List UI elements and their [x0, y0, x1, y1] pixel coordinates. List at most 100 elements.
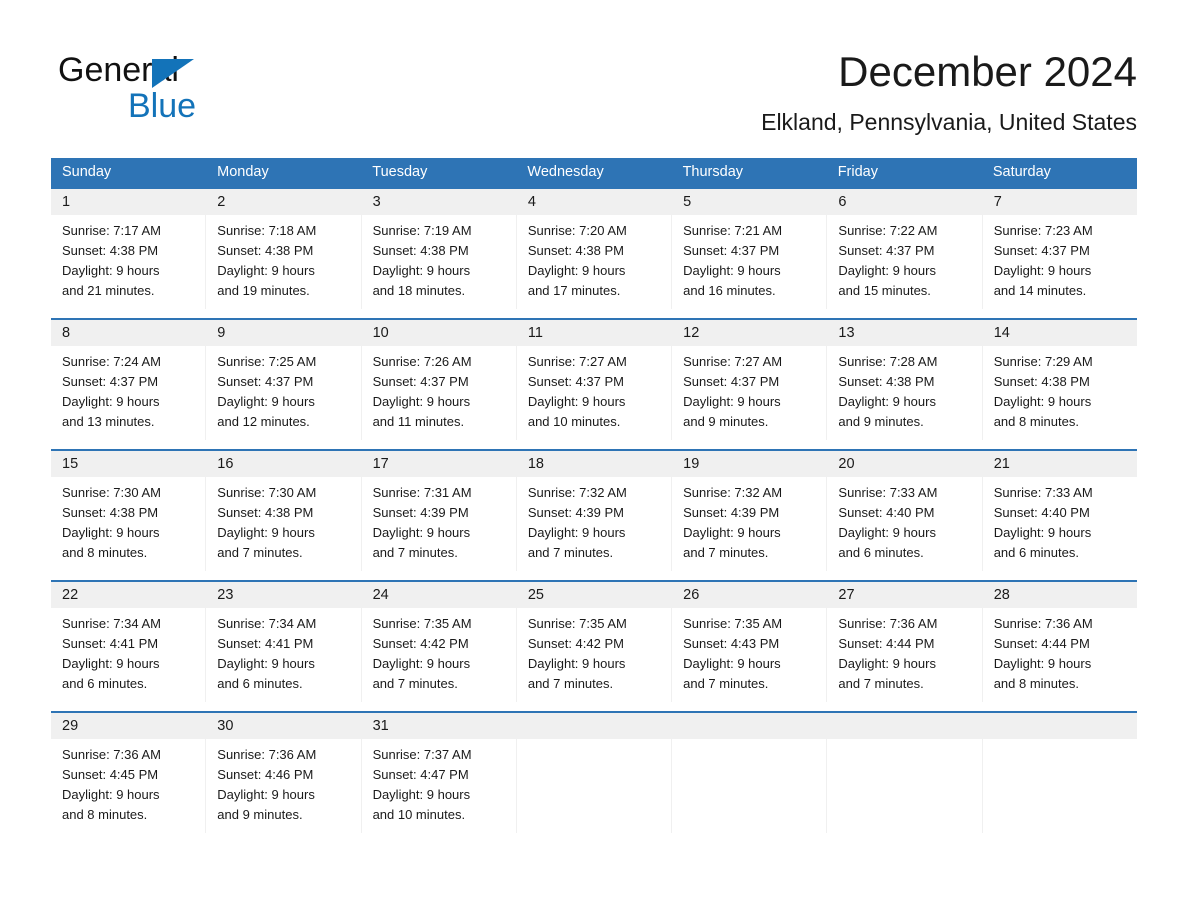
- day-number: 6: [827, 189, 982, 215]
- daylight-duration-line1: Daylight: 9 hours: [217, 394, 315, 409]
- day-cell[interactable]: 2 Sunrise: 7:18 AM Sunset: 4:38 PM Daylight…: [206, 189, 362, 309]
- daylight-duration-line2: and 17 minutes.: [527, 283, 621, 298]
- day-cell[interactable]: 13 Sunrise: 7:28 AM Sunset: 4:38 PM Dayligh…: [827, 320, 983, 440]
- day-cell[interactable]: 30 Sunrise: 7:36 AM Sunset: 4:46 PM Dayligh…: [206, 713, 362, 833]
- daylight-duration-line2: and 8 minutes.: [62, 807, 148, 822]
- sunset-time: Sunset: 4:37 PM: [62, 374, 159, 389]
- week-cells: 1 Sunrise: 7:17 AM Sunset: 4:38 PM Daylight…: [51, 189, 1137, 309]
- day-cell[interactable]: 11 Sunrise: 7:27 AM Sunset: 4:37 PM Dayligh…: [516, 320, 673, 440]
- day-number: [827, 713, 982, 739]
- day-number: [516, 713, 672, 739]
- day-cell[interactable]: 4 Sunrise: 7:20 AM Sunset: 4:38 PM Daylight…: [516, 189, 673, 309]
- daylight-duration-line1: Daylight: 9 hours: [372, 787, 471, 802]
- day-cell[interactable]: 6 Sunrise: 7:22 AM Sunset: 4:37 PM Daylight…: [827, 189, 983, 309]
- sunrise-time: Sunrise: 7:22 AM: [838, 223, 938, 238]
- day-cell[interactable]: 21 Sunrise: 7:33 AM Sunset: 4:40 PM Dayligh…: [982, 451, 1137, 571]
- sunset-time: Sunset: 4:45 PM: [62, 767, 159, 782]
- day-cell[interactable]: 16 Sunrise: 7:30 AM Sunset: 4:38 PM Dayligh…: [206, 451, 362, 571]
- sunrise-time: Sunrise: 7:37 AM: [372, 747, 472, 762]
- day-details: Sunrise: 7:27 AM Sunset: 4:37 PM Daylight:…: [672, 346, 826, 440]
- daylight-duration-line1: Daylight: 9 hours: [683, 525, 781, 540]
- day-cell[interactable]: 15 Sunrise: 7:30 AM Sunset: 4:38 PM Dayligh…: [51, 451, 207, 571]
- day-number: 22: [51, 582, 206, 608]
- day-details: Sunrise: 7:31 AM Sunset: 4:39 PM Daylight:…: [362, 477, 516, 571]
- daylight-duration-line2: and 19 minutes.: [217, 283, 310, 298]
- sunrise-time: Sunrise: 7:29 AM: [993, 354, 1093, 369]
- daylight-duration-line2: and 6 minutes.: [62, 676, 148, 691]
- daylight-duration-line1: Daylight: 9 hours: [372, 263, 471, 278]
- day-cell[interactable]: 28 Sunrise: 7:36 AM Sunset: 4:44 PM Dayligh…: [982, 582, 1137, 702]
- day-number: 8: [51, 320, 206, 346]
- day-details: Sunrise: 7:22 AM Sunset: 4:37 PM Daylight:…: [827, 215, 981, 309]
- week-cells: 29 Sunrise: 7:36 AM Sunset: 4:45 PM Dayligh…: [51, 713, 1137, 833]
- day-cell[interactable]: 5 Sunrise: 7:21 AM Sunset: 4:37 PM Daylight…: [672, 189, 828, 309]
- sunrise-time: Sunrise: 7:33 AM: [838, 485, 938, 500]
- day-cell[interactable]: 25 Sunrise: 7:35 AM Sunset: 4:42 PM Dayligh…: [516, 582, 673, 702]
- day-cell[interactable]: 10 Sunrise: 7:26 AM Sunset: 4:37 PM Dayligh…: [361, 320, 517, 440]
- daylight-duration-line2: and 7 minutes.: [217, 545, 303, 560]
- day-cell[interactable]: 8 Sunrise: 7:24 AM Sunset: 4:37 PM Daylight…: [51, 320, 207, 440]
- sunset-time: Sunset: 4:43 PM: [683, 636, 780, 651]
- day-number: 12: [672, 320, 827, 346]
- sunset-time: Sunset: 4:37 PM: [683, 374, 780, 389]
- day-details: Sunrise: 7:30 AM Sunset: 4:38 PM Daylight:…: [206, 477, 360, 571]
- sunset-time: Sunset: 4:40 PM: [838, 505, 935, 520]
- day-cell[interactable]: 26 Sunrise: 7:35 AM Sunset: 4:43 PM Dayligh…: [672, 582, 828, 702]
- day-cell[interactable]: 23 Sunrise: 7:34 AM Sunset: 4:41 PM Dayligh…: [206, 582, 362, 702]
- day-cell[interactable]: 9 Sunrise: 7:25 AM Sunset: 4:37 PM Daylight…: [206, 320, 362, 440]
- weekday-header-saturday: Saturday: [992, 164, 1051, 180]
- daylight-duration-line2: and 6 minutes.: [993, 545, 1079, 560]
- day-number: 19: [672, 451, 827, 477]
- day-cell[interactable]: 7 Sunrise: 7:23 AM Sunset: 4:37 PM Daylight…: [982, 189, 1137, 309]
- day-cell[interactable]: 1 Sunrise: 7:17 AM Sunset: 4:38 PM Daylight…: [51, 189, 207, 309]
- day-cell[interactable]: 31 Sunrise: 7:37 AM Sunset: 4:47 PM Dayligh…: [361, 713, 517, 833]
- day-cell[interactable]: 29 Sunrise: 7:36 AM Sunset: 4:45 PM Dayligh…: [51, 713, 207, 833]
- sunrise-time: Sunrise: 7:24 AM: [62, 354, 161, 369]
- day-details: Sunrise: 7:27 AM Sunset: 4:37 PM Daylight:…: [517, 346, 671, 440]
- sunrise-time: Sunrise: 7:17 AM: [62, 223, 161, 238]
- weekday-header-monday: Monday: [217, 164, 269, 180]
- daylight-duration-line1: Daylight: 9 hours: [217, 263, 315, 278]
- day-number: 9: [206, 320, 361, 346]
- sunset-time: Sunset: 4:37 PM: [217, 374, 314, 389]
- day-details: Sunrise: 7:36 AM Sunset: 4:44 PM Daylight:…: [827, 608, 981, 702]
- day-cell[interactable]: 12 Sunrise: 7:27 AM Sunset: 4:37 PM Dayligh…: [672, 320, 828, 440]
- day-details: Sunrise: 7:30 AM Sunset: 4:38 PM Daylight:…: [51, 477, 205, 571]
- day-details: Sunrise: 7:28 AM Sunset: 4:38 PM Daylight:…: [827, 346, 981, 440]
- daylight-duration-line1: Daylight: 9 hours: [993, 656, 1092, 671]
- sunrise-time: Sunrise: 7:28 AM: [838, 354, 938, 369]
- day-cell[interactable]: 18 Sunrise: 7:32 AM Sunset: 4:39 PM Dayligh…: [516, 451, 673, 571]
- day-cell[interactable]: 27 Sunrise: 7:36 AM Sunset: 4:44 PM Dayligh…: [827, 582, 983, 702]
- sunrise-time: Sunrise: 7:32 AM: [683, 485, 783, 500]
- day-details: Sunrise: 7:24 AM Sunset: 4:37 PM Daylight:…: [51, 346, 205, 440]
- daylight-duration-line1: Daylight: 9 hours: [683, 263, 781, 278]
- sunrise-time: Sunrise: 7:33 AM: [993, 485, 1093, 500]
- daylight-duration-line2: and 10 minutes.: [527, 414, 621, 429]
- daylight-duration-line2: and 14 minutes.: [993, 283, 1087, 298]
- day-details: Sunrise: 7:35 AM Sunset: 4:42 PM Daylight:…: [362, 608, 516, 702]
- daylight-duration-line1: Daylight: 9 hours: [683, 394, 781, 409]
- weekday-header-thursday: Thursday: [682, 164, 744, 180]
- day-cell[interactable]: 24 Sunrise: 7:35 AM Sunset: 4:42 PM Dayligh…: [361, 582, 517, 702]
- sunrise-time: Sunrise: 7:34 AM: [62, 616, 161, 631]
- day-cell[interactable]: 19 Sunrise: 7:32 AM Sunset: 4:39 PM Dayligh…: [672, 451, 828, 571]
- daylight-duration-line2: and 10 minutes.: [372, 807, 466, 822]
- sunset-time: Sunset: 4:46 PM: [217, 767, 314, 782]
- daylight-duration-line1: Daylight: 9 hours: [527, 263, 626, 278]
- day-cell[interactable]: 14 Sunrise: 7:29 AM Sunset: 4:38 PM Dayligh…: [982, 320, 1137, 440]
- day-cell[interactable]: 3 Sunrise: 7:19 AM Sunset: 4:38 PM Daylight…: [361, 189, 517, 309]
- daylight-duration-line2: and 7 minutes.: [372, 676, 458, 691]
- day-cell[interactable]: 17 Sunrise: 7:31 AM Sunset: 4:39 PM Dayligh…: [361, 451, 517, 571]
- day-details: Sunrise: 7:35 AM Sunset: 4:43 PM Daylight:…: [672, 608, 826, 702]
- day-cell[interactable]: 22 Sunrise: 7:34 AM Sunset: 4:41 PM Dayligh…: [51, 582, 207, 702]
- sunset-time: Sunset: 4:39 PM: [372, 505, 469, 520]
- day-cell[interactable]: 20 Sunrise: 7:33 AM Sunset: 4:40 PM Dayligh…: [827, 451, 983, 571]
- daylight-duration-line1: Daylight: 9 hours: [838, 263, 936, 278]
- daylight-duration-line2: and 9 minutes.: [838, 414, 924, 429]
- daylight-duration-line1: Daylight: 9 hours: [62, 263, 160, 278]
- day-number: 27: [827, 582, 982, 608]
- generalblue-logo[interactable]: General Blue: [58, 50, 318, 125]
- sunrise-time: Sunrise: 7:35 AM: [372, 616, 472, 631]
- weekday-header-tuesday: Tuesday: [372, 164, 428, 180]
- daylight-duration-line2: and 7 minutes.: [683, 676, 769, 691]
